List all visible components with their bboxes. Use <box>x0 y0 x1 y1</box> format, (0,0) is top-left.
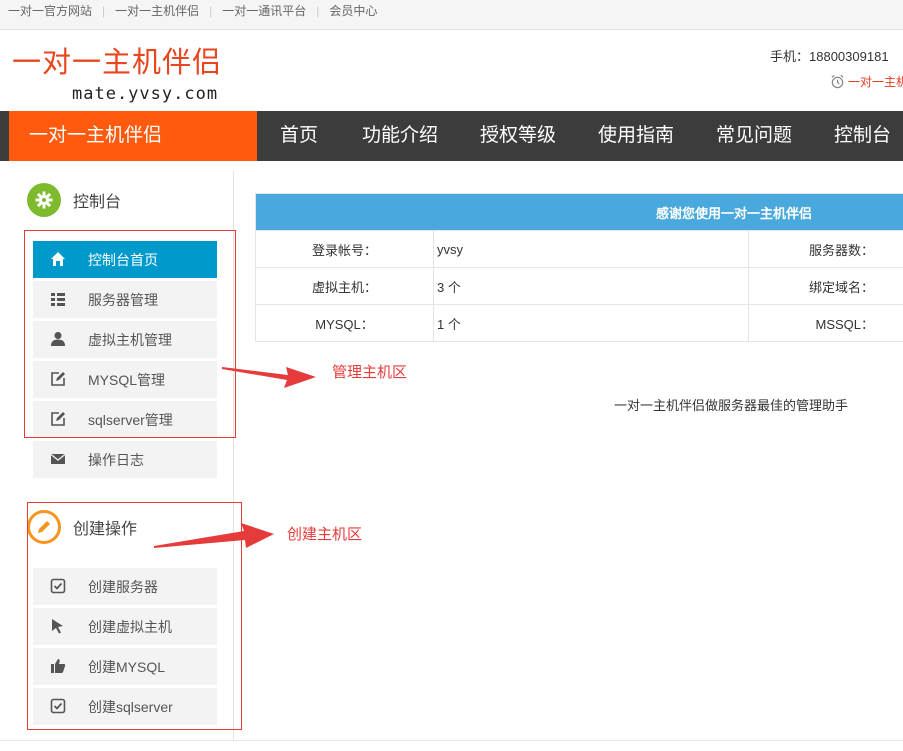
nav-item-faq[interactable]: 常见问题 <box>716 111 792 161</box>
separator: | <box>102 4 106 18</box>
annotation-manage-box <box>24 230 236 438</box>
clock-line: 一对一主机 <box>830 73 903 90</box>
account-info-table: 感谢您使用一对一主机伴侣 登录帐号： yvsy 服务器数： 虚拟主机： 3 个 … <box>255 193 903 342</box>
annotation-manage-label: 管理主机区 <box>332 364 408 381</box>
alarm-clock-icon <box>831 74 844 89</box>
mail-icon <box>50 453 66 464</box>
table-title: 感谢您使用一对一主机伴侣 <box>255 193 903 231</box>
nav-item-license[interactable]: 授权等级 <box>480 111 556 161</box>
row-label: 虚拟主机： <box>255 267 434 305</box>
table-row: 虚拟主机： 3 个 绑定域名： <box>255 267 903 305</box>
top-links-bar: 一对一官方网站 | 一对一主机伴侣 | 一对一通讯平台 | 会员中心 <box>0 0 903 30</box>
annotation-create-label: 创建主机区 <box>287 526 363 543</box>
top-link-member-center[interactable]: 会员中心 <box>329 0 377 22</box>
bottom-divider <box>0 740 903 741</box>
annotation-arrow-create <box>154 523 274 548</box>
table-row: 登录帐号： yvsy 服务器数： <box>255 230 903 268</box>
sidebar-item-operation-log[interactable]: 操作日志 <box>33 441 217 478</box>
annotation-arrow-manage <box>222 367 316 388</box>
nav-item-features[interactable]: 功能介绍 <box>362 111 438 161</box>
row-value: 3 个 <box>433 267 749 305</box>
main-content: 感谢您使用一对一主机伴侣 登录帐号： yvsy 服务器数： 虚拟主机： 3 个 … <box>234 171 903 741</box>
separator: | <box>209 4 213 18</box>
top-link-official-site[interactable]: 一对一官方网站 <box>8 0 92 22</box>
clock-text[interactable]: 一对一主机 <box>848 75 903 89</box>
nav-item-console[interactable]: 控制台 <box>834 111 891 161</box>
section-console-header: 控制台 <box>27 183 121 217</box>
row-label-2: 绑定域名： <box>748 267 903 305</box>
slogan-text: 一对一主机伴侣做服务器最佳的管理助手 <box>614 398 849 413</box>
section-console-title: 控制台 <box>73 194 122 211</box>
logo-domain: mate.yvsy.com <box>72 84 219 104</box>
row-label-2: MSSQL： <box>748 304 903 342</box>
top-link-host-mate[interactable]: 一对一主机伴侣 <box>115 0 199 22</box>
phone-label: 手机： <box>770 49 810 64</box>
separator: | <box>316 4 320 18</box>
top-link-messaging[interactable]: 一对一通讯平台 <box>222 0 306 22</box>
main-nav: 一对一主机伴侣 首页 功能介绍 授权等级 使用指南 常见问题 控制台 <box>0 111 903 161</box>
nav-item-home[interactable]: 首页 <box>280 111 318 161</box>
row-value: 1 个 <box>433 304 749 342</box>
nav-brand[interactable]: 一对一主机伴侣 <box>9 111 257 161</box>
row-label: MYSQL： <box>255 304 434 342</box>
logo-title[interactable]: 一对一主机伴侣 <box>12 46 222 80</box>
sidebar-item-label: 操作日志 <box>88 452 144 468</box>
table-header-row: 感谢您使用一对一主机伴侣 <box>255 193 903 231</box>
phone-number: 18800309181 <box>809 49 889 64</box>
phone-info: 手机：18800309181 <box>770 46 889 65</box>
row-label: 登录帐号： <box>255 230 434 268</box>
nav-item-guide[interactable]: 使用指南 <box>598 111 674 161</box>
table-row: MYSQL： 1 个 MSSQL： <box>255 304 903 342</box>
gear-icon <box>27 183 61 217</box>
row-value: yvsy <box>433 230 749 268</box>
row-label-2: 服务器数： <box>748 230 903 268</box>
